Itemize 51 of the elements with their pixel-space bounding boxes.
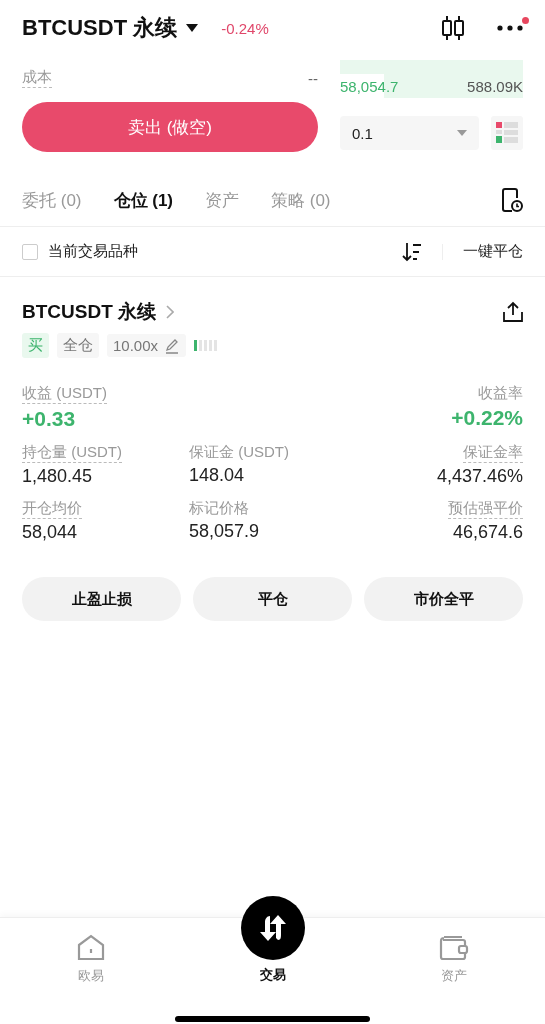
home-icon: [76, 934, 105, 961]
candlestick-icon[interactable]: [441, 15, 465, 41]
metric-value: 1,480.45: [22, 466, 94, 487]
tab[interactable]: 委托 (0): [22, 188, 82, 212]
sort-icon[interactable]: [402, 241, 422, 262]
metric-label[interactable]: 收益 (USDT): [22, 384, 107, 404]
wallet-icon: [439, 934, 470, 961]
metric-value: +0.22%: [451, 406, 523, 430]
nav-tab[interactable]: 欧易: [0, 918, 182, 998]
metric-label[interactable]: 预估强平价: [448, 499, 523, 519]
more-icon[interactable]: [497, 25, 523, 31]
share-icon[interactable]: [503, 301, 523, 323]
metric-value: 46,674.6: [452, 522, 523, 543]
cost-value: --: [308, 69, 318, 87]
action-button[interactable]: 平仓: [193, 577, 352, 621]
metric-value: 58,044: [22, 522, 79, 543]
metric-label: 收益率: [478, 384, 523, 403]
nav-tab[interactable]: 资产: [363, 918, 545, 998]
edit-icon[interactable]: [164, 337, 181, 354]
margin-mode-tag: 全仓: [57, 333, 99, 358]
side-tag: 买: [22, 333, 49, 358]
leverage-tag[interactable]: 10.00x: [107, 334, 187, 357]
tab[interactable]: 仓位 (1): [113, 188, 173, 212]
nav-tab[interactable]: 交易: [181, 896, 364, 998]
checkbox[interactable]: [22, 243, 38, 260]
sell-button[interactable]: 卖出 (做空): [22, 102, 318, 152]
tab[interactable]: 资产: [205, 188, 239, 212]
metric-label[interactable]: 保证金率: [463, 443, 523, 463]
order-history-icon[interactable]: [501, 187, 523, 213]
filter-label: 当前交易品种: [48, 242, 138, 261]
action-button[interactable]: 止盈止损: [22, 577, 181, 621]
metric-value: 4,437.46%: [436, 466, 523, 487]
order-price: 58,054.7: [340, 77, 399, 95]
tab[interactable]: 策略 (0): [271, 188, 331, 212]
action-button[interactable]: 市价全平: [364, 577, 523, 621]
pair-title[interactable]: BTCUSDT 永续: [22, 13, 178, 43]
position-symbol[interactable]: BTCUSDT 永续: [22, 299, 157, 325]
metric-value: 58,057.9: [189, 521, 260, 542]
quantity-select[interactable]: 0.1: [340, 116, 479, 150]
caret-icon[interactable]: [185, 23, 200, 33]
order-book-layout-icon[interactable]: [491, 116, 523, 150]
metric-label: 保证金 (USDT): [189, 443, 289, 462]
cost-label: 成本: [22, 68, 52, 88]
order-amount: 588.09K: [467, 77, 523, 95]
metric-value: 148.04: [189, 465, 245, 486]
metric-value: +0.33: [22, 407, 77, 431]
metric-label: 标记价格: [189, 499, 249, 518]
metric-label[interactable]: 持仓量 (USDT): [22, 443, 122, 463]
close-all-button[interactable]: 一键平仓: [463, 242, 523, 261]
metric-label[interactable]: 开仓均价: [22, 499, 82, 519]
price-change: -0.24%: [221, 19, 269, 37]
